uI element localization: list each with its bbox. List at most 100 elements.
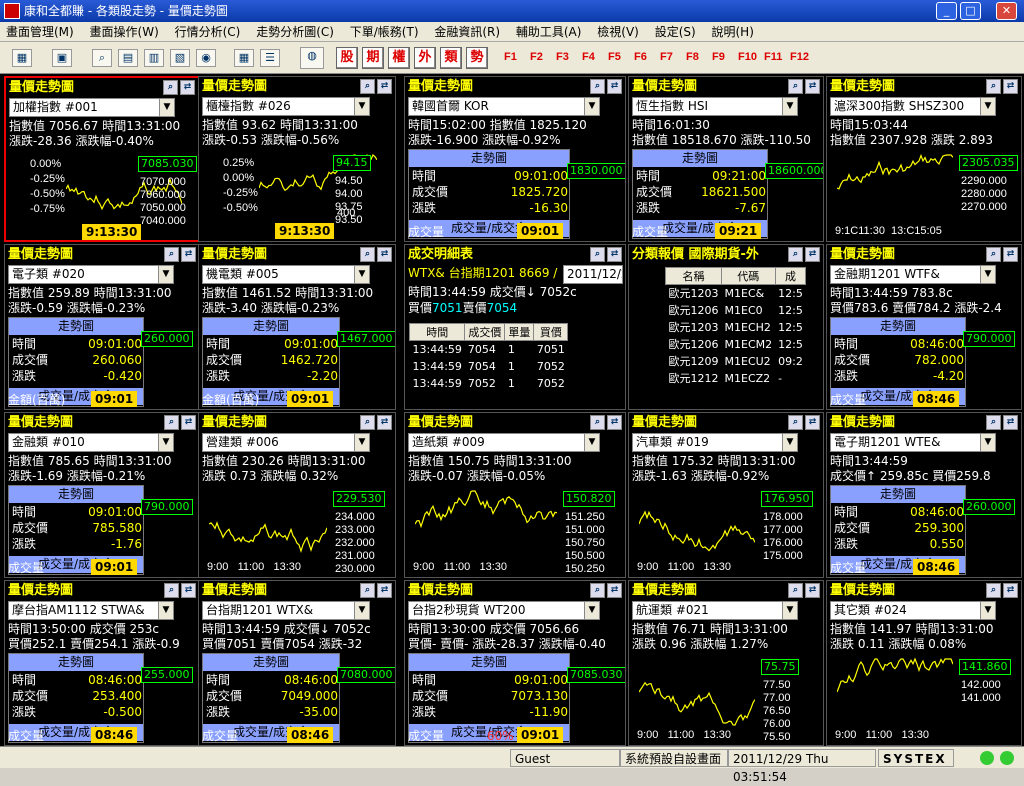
table-row[interactable]: 歐元1209 M1ECU2 09:2	[666, 353, 806, 370]
symbol-select[interactable]: 營建類 #006 ▼	[202, 433, 370, 452]
swap-icon[interactable]: ⇄	[1003, 583, 1018, 598]
chart-panel[interactable]: 量價走勢圖 ⌕ ⇄ 其它類 #024 ▼ 指數值 141.97 時間13:31:00 漲跌 …	[826, 580, 1022, 746]
trend-label[interactable]: 走勢圖	[9, 486, 143, 503]
chevron-down-icon[interactable]: ▼	[158, 266, 173, 283]
fkey-f6[interactable]: F6	[634, 51, 647, 63]
table-row[interactable]: 歐元1206 M1EC0 12:5	[666, 302, 806, 319]
trend-label[interactable]: 走勢圖	[633, 150, 767, 167]
zoom-icon[interactable]: ⌕	[986, 247, 1001, 262]
chart-panel[interactable]: 量價走勢圖 ⌕ ⇄ 台指期1201 WTX& ▼ 時間13:44:59 成交價↓ 7052…	[198, 580, 396, 746]
trend-button[interactable]: 勢	[466, 47, 488, 69]
symbol-select[interactable]: 航運類 #021 ▼	[632, 601, 798, 620]
zoom-icon[interactable]: ⌕	[360, 415, 375, 430]
swap-icon[interactable]: ⇄	[181, 583, 196, 598]
chevron-down-icon[interactable]: ▼	[159, 99, 174, 116]
trend-label[interactable]: 走勢圖	[831, 318, 965, 335]
maximize-button[interactable]: □	[960, 2, 981, 20]
grid-icon[interactable]: ▦	[234, 49, 254, 67]
chart-panel[interactable]: 量價走勢圖 ⌕ ⇄ 電子類 #020 ▼ 指數值 259.89 時間13:31:00 漲跌-…	[4, 244, 200, 410]
chevron-down-icon[interactable]: ▼	[980, 602, 995, 619]
menu-item-trend-chart[interactable]: 走勢分析圖(C)	[250, 22, 340, 42]
trend-label[interactable]: 走勢圖	[409, 150, 569, 167]
minimize-button[interactable]: _	[936, 2, 957, 20]
close-button[interactable]: ✕	[996, 2, 1017, 20]
symbol-select[interactable]: 電子類 #020 ▼	[8, 265, 174, 284]
swap-icon[interactable]: ⇄	[607, 79, 622, 94]
trend-label[interactable]: 走勢圖	[831, 486, 965, 503]
chart-panel[interactable]: 量價走勢圖 ⌕ ⇄ 航運類 #021 ▼ 指數值 76.71 時間13:31:00 漲跌 0…	[628, 580, 824, 746]
trend-label[interactable]: 走勢圖	[9, 318, 143, 335]
chevron-down-icon[interactable]: ▼	[782, 434, 797, 451]
fkey-f5[interactable]: F5	[608, 51, 621, 63]
menu-item-screen-manage[interactable]: 畫面管理(M)	[0, 22, 80, 42]
zoom-icon[interactable]: ⌕	[590, 79, 605, 94]
symbol-select[interactable]: 滬深300指數 SHSZ300 ▼	[830, 97, 996, 116]
table-row[interactable]: 歐元1203 M1EC& 12:5	[666, 285, 806, 302]
fkey-f1[interactable]: F1	[504, 51, 517, 63]
chevron-down-icon[interactable]: ▼	[354, 434, 369, 451]
menu-item-settings[interactable]: 設定(S)	[649, 22, 702, 42]
swap-icon[interactable]: ⇄	[181, 247, 196, 262]
list-icon[interactable]: ☰	[260, 49, 280, 67]
zoom-icon[interactable]: ⌕	[360, 79, 375, 94]
fkey-f7[interactable]: F7	[660, 51, 673, 63]
table-row[interactable]: 歐元1203 M1ECH2 12:5	[666, 319, 806, 336]
column-header[interactable]: 成	[774, 267, 807, 285]
chart-panel[interactable]: 量價走勢圖 ⌕ ⇄ 恆生指數 HSI ▼ 時間16:01:30 指數值 18518.670 …	[628, 76, 824, 242]
symbol-select[interactable]: 韓國首爾 KOR ▼	[408, 97, 600, 116]
swap-icon[interactable]: ⇄	[1003, 79, 1018, 94]
chart-panel[interactable]: 量價走勢圖 ⌕ ⇄ 加權指數 #001 ▼ 指數值 7056.67 時間13:31:00 漲…	[4, 76, 200, 242]
chevron-down-icon[interactable]: ▼	[782, 602, 797, 619]
window-icon[interactable]: ▤	[118, 49, 138, 67]
symbol-select[interactable]: 台指期1201 WTX& ▼	[202, 601, 370, 620]
column-header[interactable]: 單量	[504, 323, 535, 341]
chart-panel[interactable]: 量價走勢圖 ⌕ ⇄ 造紙類 #009 ▼ 指數值 150.75 時間13:31:00 漲跌-…	[404, 412, 626, 578]
fkey-f3[interactable]: F3	[556, 51, 569, 63]
table-row[interactable]: 13:44:59 7054 1 7051	[410, 341, 568, 358]
swap-icon[interactable]: ⇄	[377, 415, 392, 430]
swap-icon[interactable]: ⇄	[1003, 415, 1018, 430]
fkey-f11[interactable]: F11	[764, 51, 782, 63]
chart-panel[interactable]: 分類報價 國際期貨-外 ⌕ ⇄ 名稱 代碼成歐元1203 M1EC& 12:5 歐元1206 M…	[628, 244, 824, 410]
chart-panel[interactable]: 量價走勢圖 ⌕ ⇄ 機電類 #005 ▼ 指數值 1461.52 時間13:31:00 漲跌…	[198, 244, 396, 410]
zoom-icon[interactable]: ⌕	[163, 80, 178, 95]
column-header[interactable]: 成交價	[464, 323, 506, 341]
chevron-down-icon[interactable]: ▼	[584, 98, 599, 115]
zoom-icon[interactable]: ⌕	[164, 415, 179, 430]
chart-panel[interactable]: 量價走勢圖 ⌕ ⇄ 台指2秒現貨 WT200 ▼ 時間13:30:00 成交價 7056.…	[404, 580, 626, 746]
fkey-f12[interactable]: F12	[790, 51, 809, 63]
menu-item-tools[interactable]: 輔助工具(A)	[510, 22, 588, 42]
chevron-down-icon[interactable]: ▼	[980, 434, 995, 451]
chevron-down-icon[interactable]: ▼	[158, 434, 173, 451]
table-row[interactable]: 13:44:59 7052 1 7052	[410, 375, 568, 392]
chart-panel[interactable]: 量價走勢圖 ⌕ ⇄ 金融期1201 WTF& ▼ 時間13:44:59 783.8c 買價7…	[826, 244, 1022, 410]
swap-icon[interactable]: ⇄	[377, 79, 392, 94]
chart-panel[interactable]: 量價走勢圖 ⌕ ⇄ 櫃檯指數 #026 ▼ 指數值 93.62 時間13:31:00 漲跌-…	[198, 76, 396, 242]
menu-item-market-analysis[interactable]: 行情分析(C)	[169, 22, 247, 42]
zoom-icon[interactable]: ⌕	[164, 583, 179, 598]
symbol-select[interactable]: 恆生指數 HSI ▼	[632, 97, 798, 116]
search-icon[interactable]: ⌕	[92, 49, 112, 67]
table-row[interactable]: 歐元1206 M1ECM2 12:5	[666, 336, 806, 353]
chart-panel[interactable]: 量價走勢圖 ⌕ ⇄ 韓國首爾 KOR ▼ 時間15:02:00 指數值 1825.120 漲…	[404, 76, 626, 242]
zoom-icon[interactable]: ⌕	[788, 79, 803, 94]
trend-label[interactable]: 走勢圖	[203, 318, 339, 335]
symbol-select[interactable]: 摩台指AM1112 STWA& ▼	[8, 601, 174, 620]
fkey-f9[interactable]: F9	[712, 51, 725, 63]
trend-label[interactable]: 走勢圖	[203, 654, 339, 671]
chart-panel[interactable]: 量價走勢圖 ⌕ ⇄ 汽車類 #019 ▼ 指數值 175.32 時間13:31:00 漲跌-…	[628, 412, 824, 578]
chevron-down-icon[interactable]: ▼	[354, 98, 369, 115]
zoom-icon[interactable]: ⌕	[986, 583, 1001, 598]
chevron-down-icon[interactable]: ▼	[782, 98, 797, 115]
chart-panel[interactable]: 量價走勢圖 ⌕ ⇄ 摩台指AM1112 STWA& ▼ 時間13:50:00 成交價 25…	[4, 580, 200, 746]
symbol-select[interactable]: 汽車類 #019 ▼	[632, 433, 798, 452]
symbol-select[interactable]: 機電類 #005 ▼	[202, 265, 370, 284]
chevron-down-icon[interactable]: ▼	[980, 266, 995, 283]
zoom-icon[interactable]: ⌕	[590, 415, 605, 430]
swap-icon[interactable]: ⇄	[181, 415, 196, 430]
chart-panel[interactable]: 量價走勢圖 ⌕ ⇄ 電子期1201 WTE& ▼ 時間13:44:59 成交價↑ 259.8…	[826, 412, 1022, 578]
color-icon[interactable]: ◉	[196, 49, 216, 67]
column-header[interactable]: 代碼	[721, 267, 776, 285]
swap-icon[interactable]: ⇄	[805, 415, 820, 430]
column-header[interactable]: 時間	[408, 323, 466, 341]
